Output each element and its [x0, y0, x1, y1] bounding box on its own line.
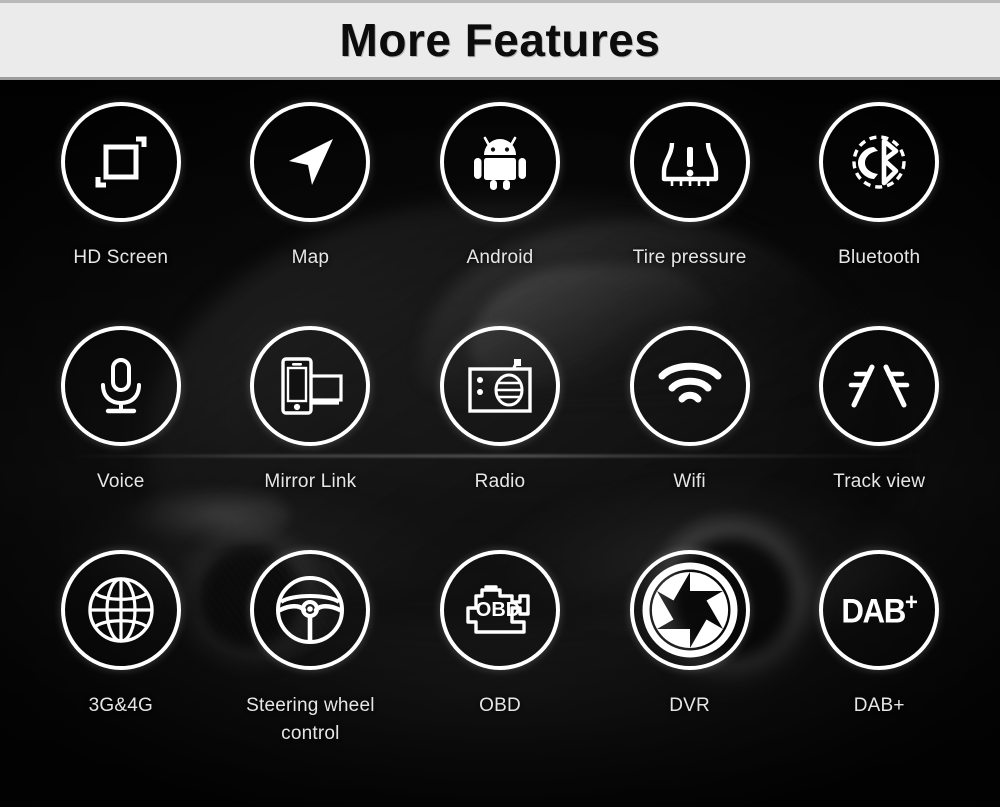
engine-obd-icon: OBD	[466, 585, 530, 634]
parking-guideline-icon	[848, 364, 910, 408]
tire-pressure-warning-icon	[661, 142, 718, 186]
feature-item-track-view[interactable]: Track view	[784, 326, 974, 550]
microphone-icon	[100, 358, 141, 414]
feature-item-hd-screen[interactable]: HD Screen	[26, 102, 216, 326]
page-title: More Features	[339, 14, 661, 66]
feature-icon-circle	[439, 326, 560, 446]
feature-label: DVR	[669, 695, 710, 716]
feature-icon-circle	[60, 550, 181, 670]
feature-icon-circle	[60, 102, 181, 222]
feature-item-wifi[interactable]: Wifi	[595, 326, 785, 550]
dab-icon-text: DAB	[840, 592, 906, 631]
feature-label: Bluetooth	[838, 247, 921, 268]
feature-item-obd[interactable]: OBD OBD	[405, 550, 595, 800]
page-header: More Features	[0, 0, 1000, 84]
feature-icon-circle	[250, 550, 371, 670]
feature-icon-circle	[819, 326, 940, 446]
feature-label: Tire pressure	[632, 247, 747, 268]
feature-icon-circle	[250, 326, 371, 446]
feature-icon-circle: OBD	[439, 550, 560, 670]
feature-icon-circle	[629, 326, 750, 446]
dab-plus-logo-icon: DAB+	[841, 589, 918, 631]
feature-label: HD Screen	[73, 247, 169, 268]
navigation-arrow-icon	[289, 139, 334, 185]
feature-label: Map	[291, 247, 330, 268]
dab-icon-plus: +	[904, 588, 918, 616]
feature-label: OBD	[479, 695, 521, 716]
feature-item-mirror-link[interactable]: Mirror Link	[216, 326, 406, 550]
bluetooth-phone-icon	[852, 135, 906, 189]
feature-item-dab-plus[interactable]: DAB+ DAB+	[784, 550, 974, 800]
phone-screen-mirror-icon	[281, 357, 343, 415]
radio-icon	[468, 359, 532, 413]
feature-icon-circle	[250, 102, 371, 222]
android-robot-icon	[473, 136, 526, 190]
feature-icon-circle	[629, 102, 750, 222]
feature-item-map[interactable]: Map	[216, 102, 406, 326]
feature-item-radio[interactable]: Radio	[405, 326, 595, 550]
feature-item-steering-wheel-control[interactable]: Steering wheel control	[216, 550, 406, 800]
feature-label: Voice	[97, 471, 145, 492]
feature-item-3g-4g[interactable]: 3G&4G	[26, 550, 216, 800]
feature-label: Wifi	[673, 471, 706, 492]
feature-item-dvr[interactable]: DVR	[595, 550, 785, 800]
feature-label: Radio	[474, 471, 526, 492]
hd-screen-icon	[95, 136, 147, 188]
feature-label: Mirror Link	[264, 471, 357, 492]
wifi-icon	[658, 362, 722, 403]
feature-label: 3G&4G	[88, 695, 153, 716]
globe-icon	[88, 577, 154, 643]
feature-label: Track view	[833, 471, 926, 492]
feature-label: Steering wheel control	[246, 695, 375, 744]
feature-item-android[interactable]: Android	[405, 102, 595, 326]
camera-aperture-icon	[642, 562, 738, 658]
feature-icon-circle: DAB+	[819, 550, 940, 670]
feature-grid: HD Screen Map Android Tire pressure Blue…	[0, 80, 1000, 807]
obd-icon-text: OBD	[476, 599, 520, 621]
feature-item-tire-pressure[interactable]: Tire pressure	[595, 102, 785, 326]
feature-icon-circle	[60, 326, 181, 446]
feature-label: DAB+	[853, 695, 905, 716]
steering-wheel-icon	[276, 576, 345, 644]
feature-icon-circle	[629, 550, 750, 670]
features-stage: HD Screen Map Android Tire pressure Blue…	[0, 80, 1000, 807]
feature-label: Android	[466, 247, 534, 268]
feature-icon-circle	[819, 102, 940, 222]
feature-item-voice[interactable]: Voice	[26, 326, 216, 550]
feature-icon-circle	[439, 102, 560, 222]
feature-item-bluetooth[interactable]: Bluetooth	[784, 102, 974, 326]
